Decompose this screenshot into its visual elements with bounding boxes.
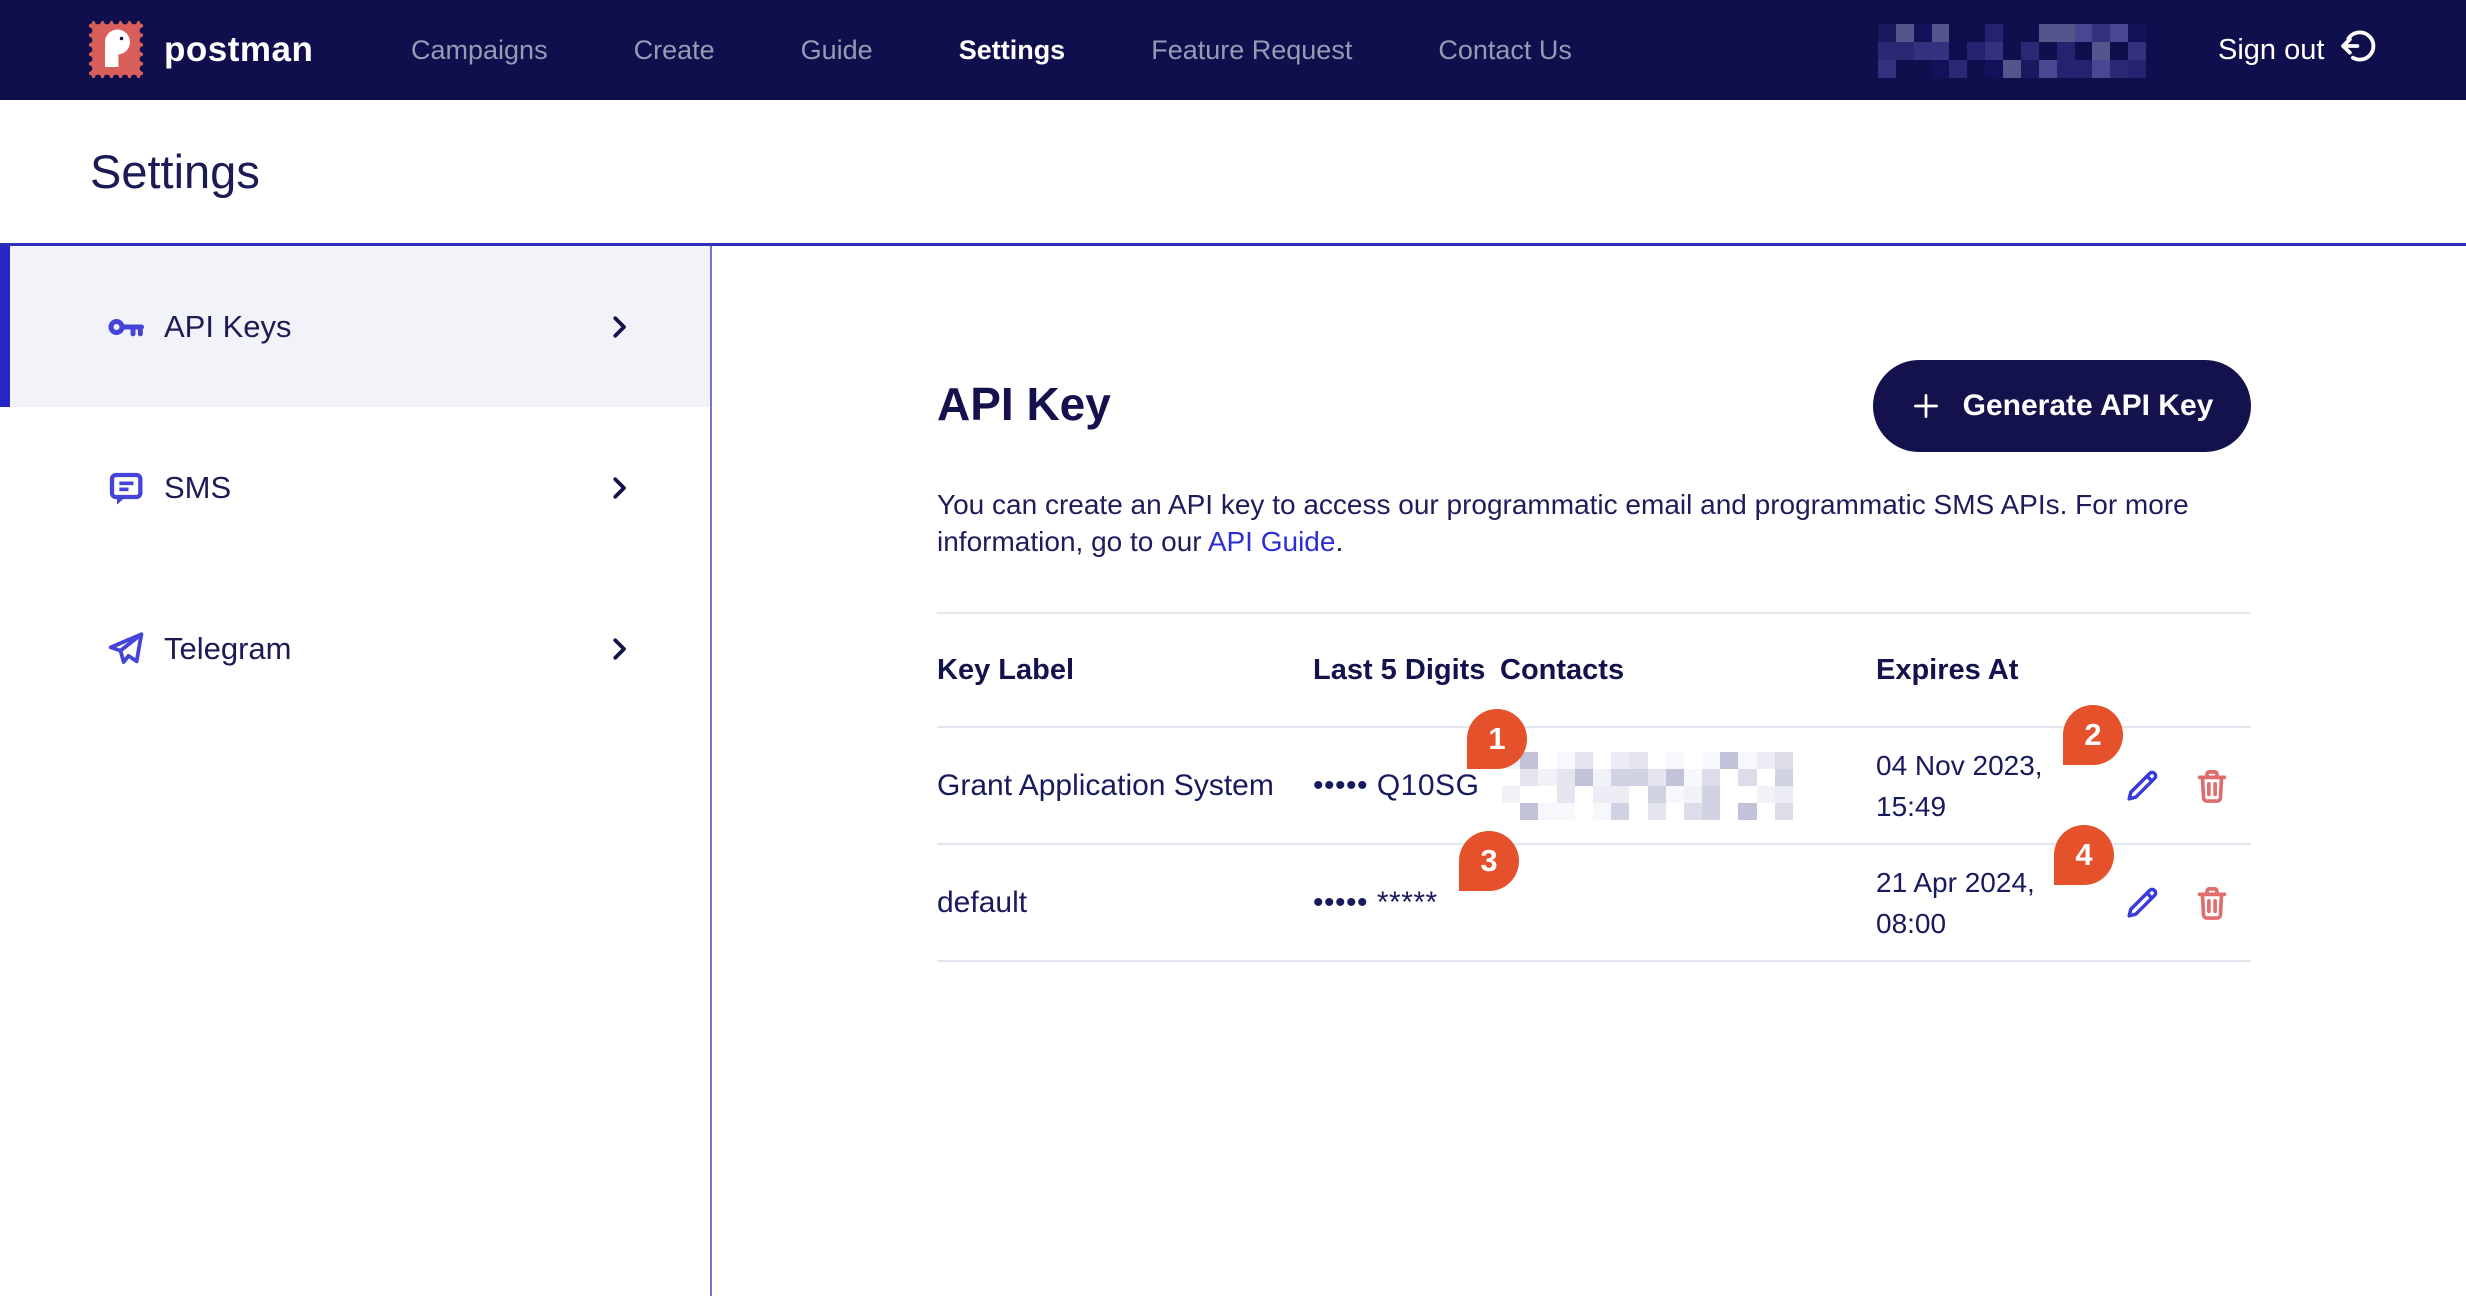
postman-stamp-logo-icon [85,17,147,82]
actions-cell [2076,881,2251,925]
content-divider [710,246,712,1296]
actions-cell [2076,764,2251,808]
sidebar-item-api-keys[interactable]: API Keys [0,246,710,407]
table-header-key-label: Key Label [937,653,1074,686]
key-label-cell: default [937,885,1028,919]
annotation-badge-2: 2 [2063,705,2123,765]
sidebar-item-label: API Keys [164,308,292,344]
page-title: Settings [90,145,260,198]
description-suffix: . [1335,526,1344,557]
delete-key-button[interactable] [2190,881,2234,925]
annotation-badge-3: 3 [1459,831,1519,891]
signout-label: Sign out [2218,33,2325,66]
api-guide-link[interactable]: API Guide [1208,526,1336,557]
annotation-badge-4: 4 [2054,825,2114,885]
generate-api-key-label: Generate API Key [1962,389,2214,422]
delete-key-button[interactable] [2190,764,2234,808]
plus-icon [1911,391,1941,421]
key-label-cell: Grant Application System [937,768,1274,802]
contacts-cell [1500,751,1876,820]
sidebar-item-label: SMS [164,469,232,505]
api-keys-table: Key Label Last 5 Digits Contacts Expires… [937,612,2251,962]
annotation-badge-1: 1 [1467,709,1527,769]
description-line2: information, go to our [937,526,1208,557]
table-header-contacts: Contacts [1500,653,1625,686]
pencil-icon [2127,770,2158,801]
api-key-title: API Key [937,378,1111,430]
chevron-right-icon [604,473,634,503]
pencil-icon [2127,887,2158,918]
signout-button[interactable]: Sign out [2218,0,2378,100]
sidebar-item-telegram[interactable]: Telegram [0,568,710,729]
generate-api-key-button[interactable]: Generate API Key [1873,360,2251,452]
brand-name: postman [164,30,314,69]
key-icon [106,307,146,347]
navbar: postman Campaigns Create Guide Settings … [0,0,2466,100]
chevron-right-icon [604,634,634,664]
edit-key-button[interactable] [2120,764,2164,808]
nav-link-contact-us[interactable]: Contact Us [1438,35,1572,66]
nav-link-campaigns[interactable]: Campaigns [411,35,548,66]
table-header-row: Key Label Last 5 Digits Contacts Expires… [937,612,2251,728]
nav-links: Campaigns Create Guide Settings Feature … [411,0,1572,100]
description-line1: You can create an API key to access our … [937,489,2189,520]
nav-link-guide[interactable]: Guide [801,35,873,66]
table-header-expires-at: Expires At [1876,653,2019,686]
nav-link-feature-request[interactable]: Feature Request [1151,35,1352,66]
last-5-digits-cell: ••••• Q10SG [1313,768,1480,802]
settings-sidebar: API Keys SMS Telegram [0,246,710,1296]
expires-at-cell: 21 Apr 2024, 08:00 [1876,866,2035,939]
user-name-redacted [1878,24,2146,78]
sidebar-item-label: Telegram [164,630,292,666]
nav-link-create[interactable]: Create [634,35,715,66]
table-row: Grant Application System ••••• Q10SG 04 … [937,728,2251,845]
section-divider [0,243,2466,246]
telegram-icon [106,629,146,669]
edit-key-button[interactable] [2120,881,2164,925]
trash-icon [2197,886,2227,920]
chevron-right-icon [604,312,634,342]
expires-at-cell: 04 Nov 2023, 15:49 [1876,749,2043,822]
contacts-redacted [1502,751,1793,820]
nav-link-settings[interactable]: Settings [959,35,1066,66]
trash-icon [2197,769,2227,803]
table-header-last-5-digits: Last 5 Digits [1313,653,1486,686]
sms-icon [106,468,146,508]
logout-icon [2340,27,2378,73]
sidebar-item-sms[interactable]: SMS [0,407,710,568]
api-key-description: You can create an API key to access our … [937,486,2337,560]
